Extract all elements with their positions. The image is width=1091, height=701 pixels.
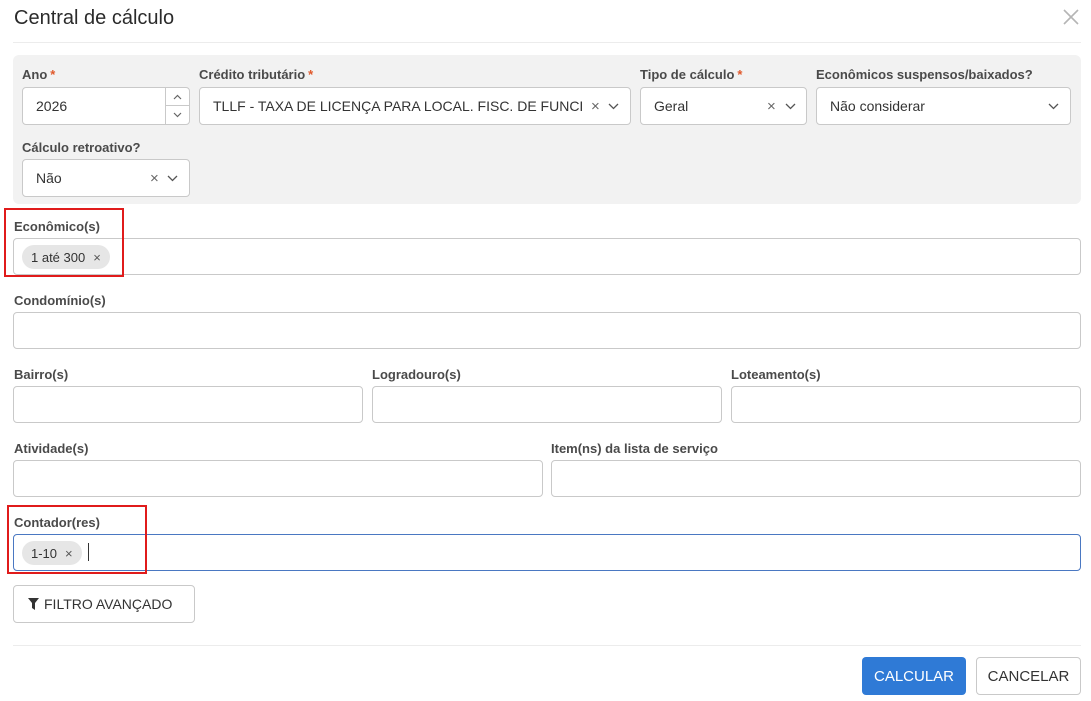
tipo-calculo-label: Tipo de cálculo * (640, 67, 743, 82)
required-marker: * (50, 67, 56, 82)
condominios-label: Condomínio(s) (14, 293, 106, 308)
clear-icon[interactable]: × (591, 88, 600, 124)
increment-button[interactable] (166, 88, 189, 106)
dialog-title: Central de cálculo (14, 7, 175, 29)
credito-tributario-label: Crédito tributário * (199, 67, 314, 82)
itens-servico-input[interactable] (551, 460, 1081, 497)
calculo-retroativo-select[interactable]: Não × (22, 159, 190, 197)
credito-tributario-select[interactable]: TLLF - TAXA DE LICENÇA PARA LOCAL. FISC.… (199, 87, 631, 125)
logradouros-input[interactable] (372, 386, 722, 423)
highlight-box (4, 208, 124, 277)
loteamentos-label: Loteamento(s) (731, 367, 821, 382)
bairros-label: Bairro(s) (14, 367, 69, 382)
calculo-retroativo-value: Não (36, 170, 62, 186)
chevron-down-icon[interactable] (608, 88, 619, 124)
ano-input[interactable]: 2026 (22, 87, 190, 125)
economicos-input[interactable]: 1 até 300 × (13, 238, 1081, 275)
calculo-retroativo-label: Cálculo retroativo? (22, 140, 141, 155)
ano-spinner (165, 88, 189, 124)
header-divider (13, 42, 1081, 43)
economicos-suspensos-value: Não considerar (830, 98, 925, 114)
economicos-suspensos-label: Econômicos suspensos/baixados? (816, 67, 1033, 82)
contadores-input[interactable]: 1-10 × (13, 534, 1081, 571)
chevron-down-icon[interactable] (167, 160, 178, 196)
economicos-suspensos-select[interactable]: Não considerar (816, 87, 1071, 125)
ano-value: 2026 (36, 98, 68, 114)
filter-icon (28, 598, 39, 610)
chevron-down-icon[interactable] (785, 88, 796, 124)
required-marker: * (308, 67, 314, 82)
required-marker: * (737, 67, 743, 82)
chevron-down-icon[interactable] (1048, 88, 1059, 124)
decrement-button[interactable] (166, 106, 189, 124)
condominios-input[interactable] (13, 312, 1081, 349)
loteamentos-input[interactable] (731, 386, 1081, 423)
atividades-label: Atividade(s) (14, 441, 89, 456)
cancel-button[interactable]: CANCELAR (976, 657, 1081, 695)
bairros-input[interactable] (13, 386, 363, 423)
chevron-down-icon (173, 112, 182, 118)
advanced-filter-label: FILTRO AVANÇADO (44, 596, 173, 612)
itens-servico-label: Item(ns) da lista de serviço (551, 441, 718, 456)
tipo-calculo-select[interactable]: Geral × (640, 87, 807, 125)
chevron-up-icon (173, 94, 182, 99)
atividades-input[interactable] (13, 460, 543, 497)
clear-icon[interactable]: × (150, 160, 159, 196)
ano-label: Ano * (22, 67, 56, 82)
clear-icon[interactable]: × (767, 88, 776, 124)
calculate-button[interactable]: CALCULAR (862, 657, 966, 695)
footer-divider (13, 645, 1081, 646)
credito-tributario-value: TLLF - TAXA DE LICENÇA PARA LOCAL. FISC.… (213, 98, 583, 114)
close-icon[interactable] (1062, 8, 1080, 26)
logradouros-label: Logradouro(s) (372, 367, 461, 382)
advanced-filter-button[interactable]: FILTRO AVANÇADO (13, 585, 195, 623)
tipo-calculo-value: Geral (654, 98, 689, 114)
highlight-box (7, 505, 147, 574)
